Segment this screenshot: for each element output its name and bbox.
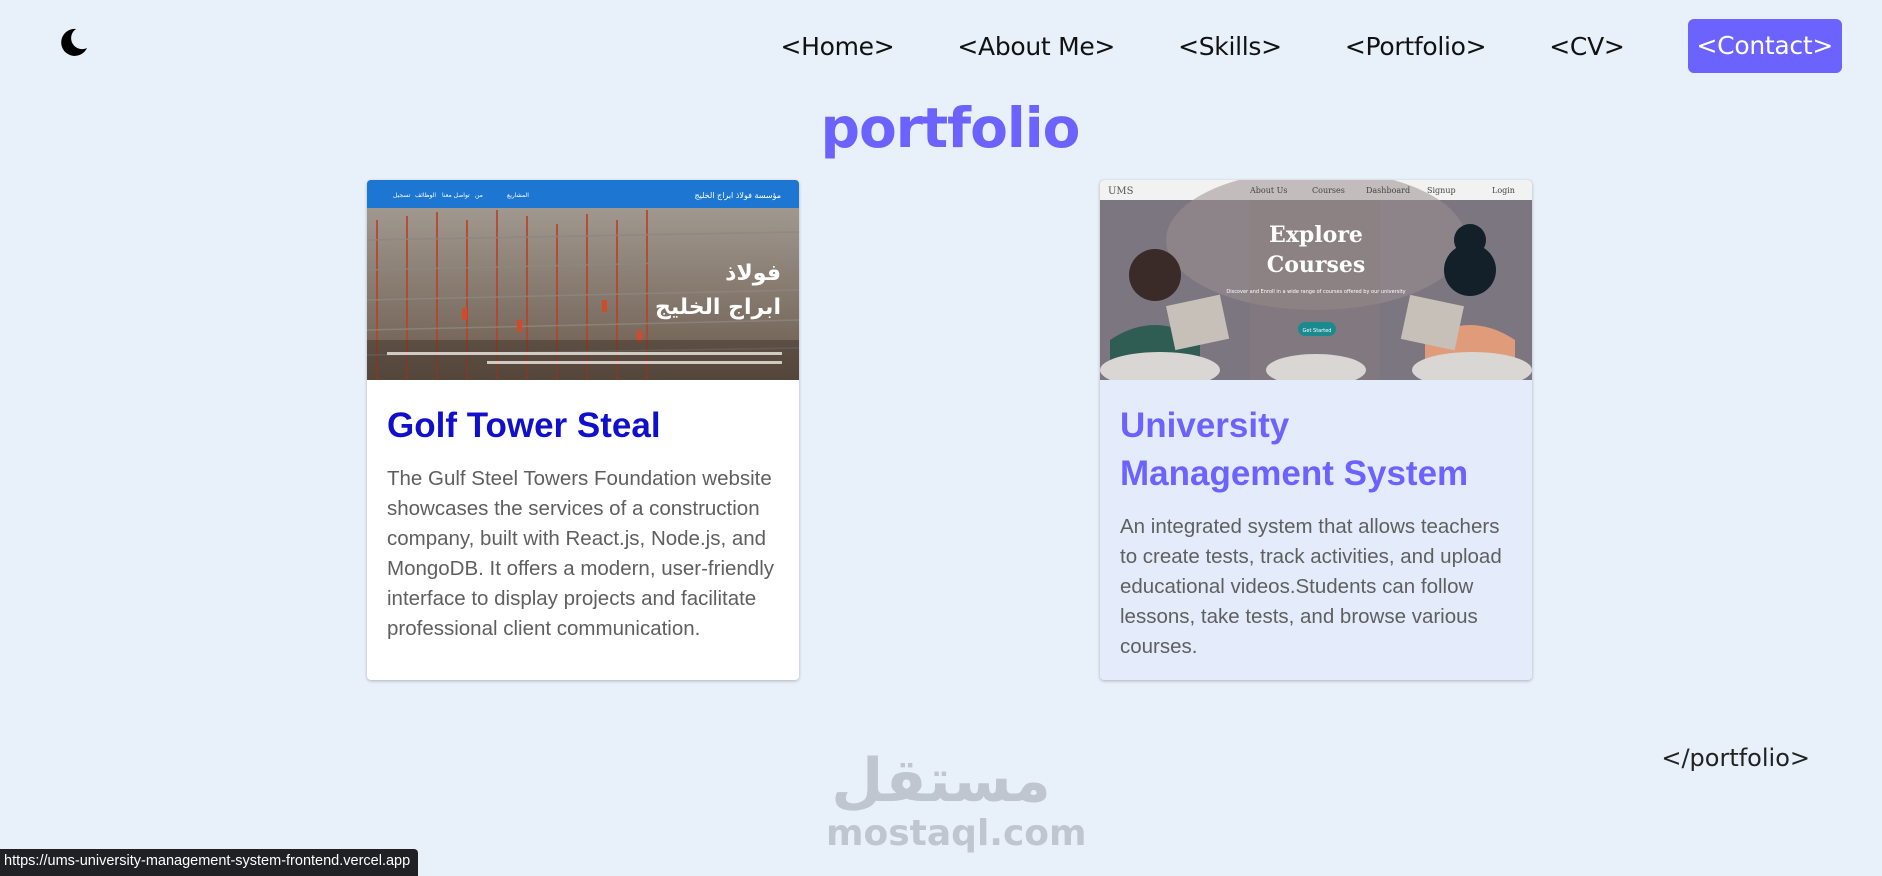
thumb-nav-gulf-5: تسجيل [393, 192, 411, 199]
nav-home[interactable]: <Home> [780, 32, 894, 61]
mostaql-watermark: مستقل mostaql.com [826, 746, 1087, 854]
main-nav: <Home> <About Me> <Skills> <Portfolio> <… [780, 19, 1842, 73]
thumb-headline-ums-2: Courses [1267, 252, 1366, 278]
watermark-arabic: مستقل [831, 746, 1051, 816]
project-thumbnail-ums: UMS About Us Courses Dashboard Signup Lo… [1100, 180, 1532, 380]
project-description-ums: An integrated system that allows teacher… [1120, 515, 1502, 658]
section-title: portfolio [820, 96, 1081, 160]
status-bar-url: https://ums-university-management-system… [0, 849, 419, 876]
nav-about-me[interactable]: <About Me> [957, 32, 1115, 61]
watermark-latin: mostaql.com [826, 813, 1087, 854]
thumb-headline-gulf-1: فولاذ [725, 261, 781, 286]
thumb-nav-ums-2: Courses [1312, 186, 1345, 195]
project-title-gulf-steel[interactable]: Golf Tower Steal [387, 402, 779, 450]
thumb-nav-gulf-2: من [475, 192, 483, 199]
portfolio-page: <Home> <About Me> <Skills> <Portfolio> <… [0, 0, 1882, 876]
thumb-brand-gulf: مؤسسة فولاذ ابراج الخليج [694, 191, 781, 200]
thumb-nav-ums-3: Dashboard [1366, 186, 1410, 195]
project-title-ums[interactable]: University Management System [1120, 402, 1512, 498]
card-body: University Management System An integrat… [1100, 380, 1532, 680]
thumb-nav-ums-4: Signup [1427, 186, 1456, 195]
thumb-brand-ums: UMS [1108, 186, 1134, 197]
project-card-ums[interactable]: UMS About Us Courses Dashboard Signup Lo… [1100, 180, 1532, 680]
section-closing-tag: </portfolio> [1661, 744, 1810, 772]
moon-icon[interactable] [56, 26, 90, 60]
project-description-gulf-steel: The Gulf Steel Towers Foundation website… [387, 467, 775, 640]
nav-portfolio[interactable]: <Portfolio> [1345, 32, 1487, 61]
thumb-headline-gulf-2: ابراج الخليج [655, 295, 781, 320]
thumb-nav-ums-5: Login [1492, 186, 1515, 195]
thumb-cta-ums: Get Started [1303, 328, 1332, 334]
thumb-nav-gulf-1: المشاريع [507, 192, 529, 199]
thumb-nav-gulf-4: الوظائف [415, 192, 436, 199]
thumb-nav-gulf-3: تواصل معنا [442, 192, 470, 199]
card-body: Golf Tower Steal The Gulf Steel Towers F… [367, 380, 799, 666]
thumb-headline-ums-1: Explore [1269, 222, 1363, 248]
project-card-gulf-steel[interactable]: مؤسسة فولاذ ابراج الخليج المشاريع من توا… [367, 180, 799, 680]
nav-contact-button[interactable]: <Contact> [1687, 19, 1842, 73]
thumb-nav-ums-1: About Us [1249, 186, 1287, 195]
thumb-subtitle-ums: Discover and Enroll in a wide range of c… [1226, 289, 1405, 295]
nav-cv[interactable]: <CV> [1549, 32, 1625, 61]
project-thumbnail-gulf-steel: مؤسسة فولاذ ابراج الخليج المشاريع من توا… [367, 180, 799, 380]
nav-skills[interactable]: <Skills> [1178, 32, 1282, 61]
